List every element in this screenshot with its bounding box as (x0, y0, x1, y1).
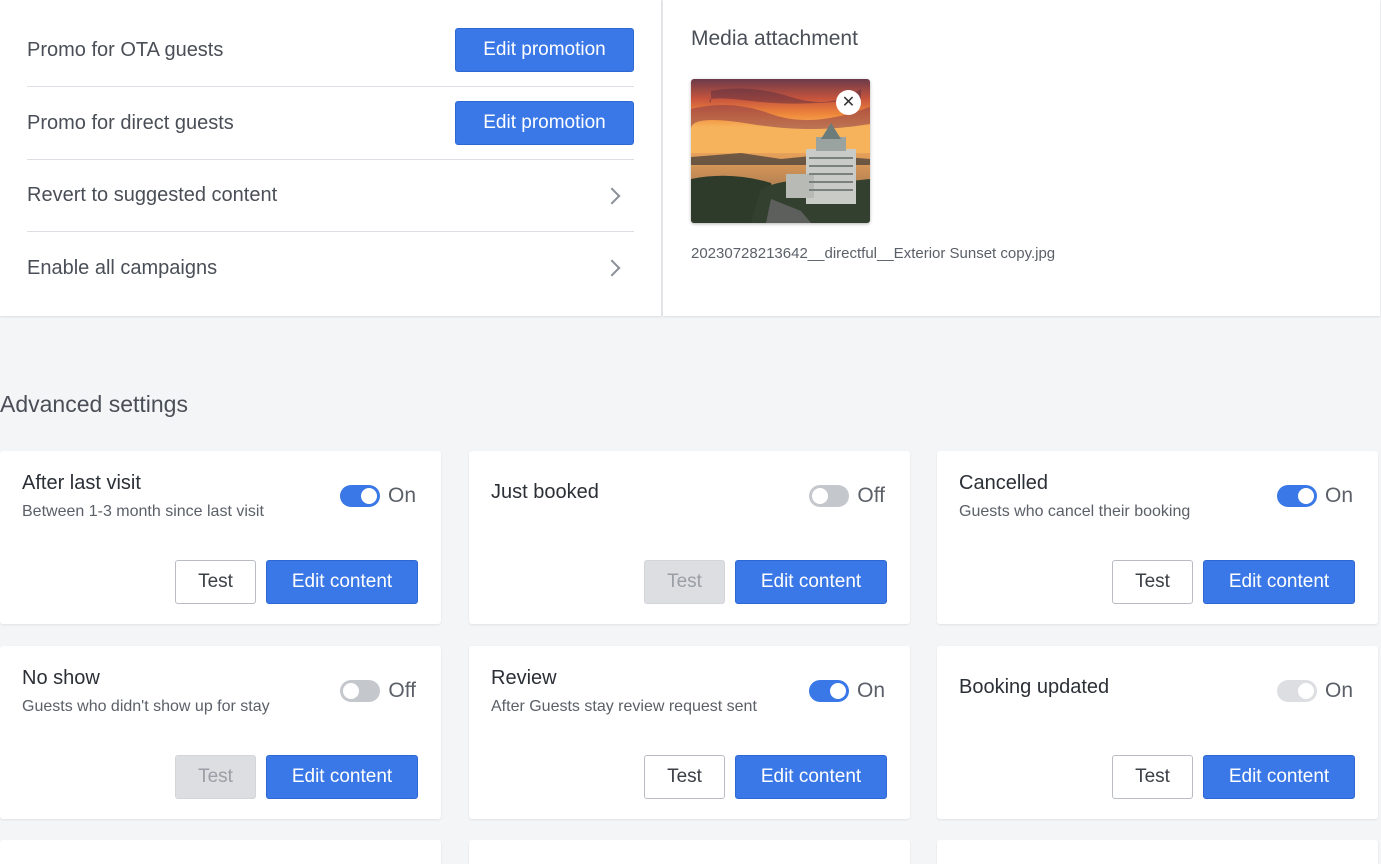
toggle-knob (343, 683, 360, 699)
campaign-toggle-group: On (1276, 679, 1353, 703)
campaign-title: Review (491, 667, 557, 689)
campaign-card: Cancelled Guests who cancel their booking… (937, 451, 1378, 624)
chevron-right-icon (603, 187, 621, 204)
campaign-subtitle: Guests who didn't show up for stay (22, 698, 270, 715)
toggle-state-label: On (1324, 484, 1353, 507)
campaign-toggle[interactable] (339, 485, 380, 507)
media-thumbnail[interactable]: ✕ (691, 79, 870, 223)
campaign-toggle[interactable] (1276, 485, 1317, 507)
test-button[interactable]: Test (1112, 560, 1193, 604)
campaign-toggle[interactable] (808, 680, 849, 702)
campaign-card: After last visit Between 1-3 month since … (0, 451, 441, 624)
advanced-settings-title: Advanced settings (0, 391, 188, 417)
test-button[interactable]: Test (175, 755, 256, 799)
toggle-state-label: Off (857, 484, 885, 507)
promo-ota-row: Promo for OTA guests Edit promotion (27, 14, 634, 87)
toggle-state-label: Off (388, 679, 416, 702)
campaign-card: Just booked Off Test Edit content (469, 451, 910, 624)
promo-direct-label: Promo for direct guests (27, 111, 234, 134)
campaign-title: Cancelled (959, 472, 1048, 494)
test-button[interactable]: Test (644, 560, 725, 604)
attachment-filename: 20230728213642__directful__Exterior Suns… (691, 245, 1056, 262)
test-button[interactable]: Test (175, 560, 256, 604)
enable-campaigns-label: Enable all campaigns (27, 256, 218, 279)
remove-attachment-close-icon[interactable]: ✕ (836, 90, 861, 115)
edit-content-button[interactable]: Edit content (266, 560, 418, 604)
toggle-state-label: On (856, 679, 885, 702)
media-panel: Media attachment ✕ 20230728213642__direc… (663, 0, 1380, 316)
edit-content-button[interactable]: Edit content (735, 755, 887, 799)
campaign-title: Just booked (491, 481, 599, 503)
edit-promotion-direct-button[interactable]: Edit promotion (455, 101, 634, 145)
campaign-title: After last visit (22, 472, 141, 494)
edit-promotion-ota-button[interactable]: Edit promotion (455, 28, 634, 72)
edit-content-button[interactable]: Edit content (1203, 755, 1355, 799)
media-title: Media attachment (691, 27, 858, 50)
edit-content-button[interactable]: Edit content (1203, 560, 1355, 604)
campaign-toggle-group: Off (809, 484, 885, 508)
campaign-card-peek (0, 840, 441, 864)
revert-suggested-label: Revert to suggested content (27, 184, 278, 206)
promo-direct-row: Promo for direct guests Edit promotion (27, 87, 634, 160)
campaign-title: Booking updated (959, 676, 1110, 698)
campaign-subtitle: Guests who cancel their booking (959, 503, 1191, 520)
campaign-toggle[interactable] (340, 680, 381, 702)
campaign-card-peek (469, 840, 910, 864)
campaign-toggle[interactable] (809, 485, 850, 507)
chevron-right-icon (603, 259, 621, 277)
campaign-title: No show (22, 667, 100, 689)
toggle-knob (1297, 488, 1314, 504)
campaign-card: Booking updated On Test Edit content (937, 646, 1378, 819)
promo-ota-label: Promo for OTA guests (27, 38, 224, 61)
toggle-knob (1297, 683, 1314, 699)
campaign-card: Review After Guests stay review request s… (469, 646, 910, 819)
test-button[interactable]: Test (1112, 755, 1193, 799)
campaign-card: No show Guests who didn't show up for sta… (0, 646, 441, 819)
edit-content-button[interactable]: Edit content (735, 560, 887, 604)
campaign-toggle-group: On (808, 679, 885, 703)
revert-suggested-row[interactable]: Revert to suggested content (27, 160, 634, 232)
test-button[interactable]: Test (644, 755, 725, 799)
edit-content-button[interactable]: Edit content (266, 755, 418, 799)
campaign-toggle[interactable] (1276, 680, 1317, 702)
campaign-toggle-group: On (339, 484, 416, 508)
toggle-knob (812, 488, 829, 504)
campaign-toggle-group: On (1276, 484, 1353, 508)
toggle-state-label: On (1324, 679, 1353, 702)
toggle-knob (360, 488, 377, 504)
campaign-subtitle: Between 1-3 month since last visit (22, 503, 264, 520)
campaign-toggle-group: Off (340, 679, 416, 703)
campaign-subtitle: After Guests stay review request sent (491, 698, 757, 715)
enable-campaigns-row[interactable]: Enable all campaigns (27, 232, 634, 304)
campaign-card-peek (937, 840, 1378, 864)
toggle-knob (829, 683, 846, 699)
toggle-state-label: On (387, 484, 416, 507)
promotions-panel: Promo for OTA guests Edit promotion Prom… (0, 0, 662, 316)
